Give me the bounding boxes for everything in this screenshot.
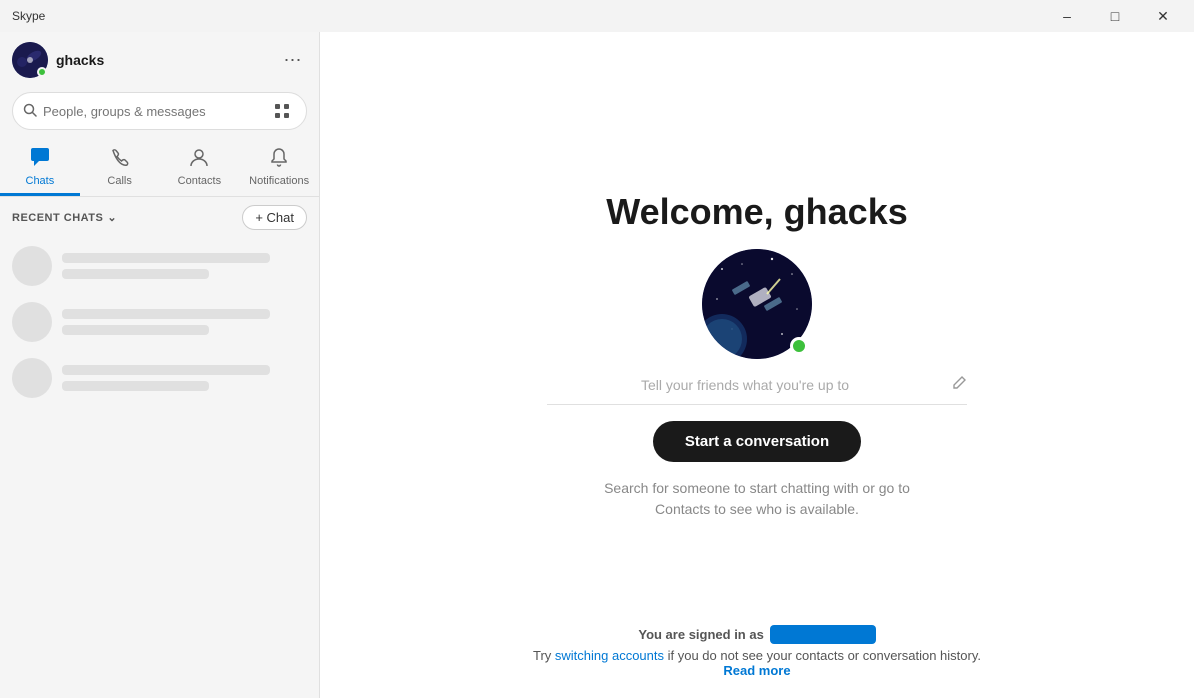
search-icon	[23, 103, 37, 120]
username: ghacks	[56, 52, 271, 68]
skeleton-line	[62, 253, 270, 263]
signed-in-section: You are signed in as Try switching accou…	[533, 625, 981, 678]
sidebar: ghacks ⋯	[0, 32, 320, 698]
signed-in-subtext: Try switching accounts if you do not see…	[533, 648, 981, 663]
notifications-icon	[268, 146, 290, 173]
chat-list	[0, 234, 319, 698]
app-title: Skype	[12, 9, 45, 23]
notifications-label: Notifications	[249, 175, 309, 187]
edit-icon[interactable]	[951, 375, 967, 396]
calls-label: Calls	[107, 175, 131, 187]
read-more-link[interactable]: Read more	[723, 663, 790, 678]
online-status-dot	[37, 67, 47, 77]
signed-in-label: You are signed in as	[638, 627, 763, 642]
signed-in-row: You are signed in as	[533, 625, 981, 644]
chevron-down-icon: ⌄	[107, 211, 117, 224]
window-controls: – □ ✕	[1044, 0, 1186, 32]
calls-icon	[109, 146, 131, 173]
chats-icon	[29, 146, 51, 173]
tab-calls[interactable]: Calls	[80, 138, 160, 196]
titlebar: Skype – □ ✕	[0, 0, 1194, 32]
skeleton-line	[62, 269, 209, 279]
list-item[interactable]	[0, 294, 319, 350]
status-text: Tell your friends what you're up to	[547, 377, 943, 393]
recent-chats-header: RECENT CHATS ⌄ + Chat	[0, 197, 319, 234]
welcome-section: Welcome, ghacks	[547, 191, 967, 520]
skeleton-avatar	[12, 358, 52, 398]
switch-accounts-link[interactable]: switching accounts	[555, 648, 664, 663]
search-bar	[12, 92, 307, 130]
search-input[interactable]	[43, 104, 262, 119]
avatar-container	[12, 42, 48, 78]
helper-text: Search for someone to start chatting wit…	[604, 478, 910, 520]
contacts-icon	[188, 146, 210, 173]
skeleton-avatar	[12, 246, 52, 286]
list-item[interactable]	[0, 350, 319, 406]
tab-chats[interactable]: Chats	[0, 138, 80, 196]
account-badge	[770, 625, 876, 644]
skeleton-line	[62, 381, 209, 391]
more-options-button[interactable]: ⋯	[279, 46, 307, 74]
main-content: Welcome, ghacks	[320, 32, 1194, 698]
profile-online-dot	[790, 337, 808, 355]
contacts-label: Contacts	[178, 175, 221, 187]
welcome-title: Welcome, ghacks	[606, 191, 907, 233]
nav-tabs: Chats Calls Contacts	[0, 138, 319, 197]
skeleton-lines	[62, 365, 307, 391]
start-conversation-button[interactable]: Start a conversation	[653, 421, 861, 462]
grid-icon[interactable]	[268, 97, 296, 125]
skeleton-line	[62, 365, 270, 375]
tab-contacts[interactable]: Contacts	[160, 138, 240, 196]
status-line: Tell your friends what you're up to	[547, 375, 967, 405]
skeleton-line	[62, 325, 209, 335]
minimize-button[interactable]: –	[1044, 0, 1090, 32]
skeleton-avatar	[12, 302, 52, 342]
main-layout: ghacks ⋯	[0, 32, 1194, 698]
chats-label: Chats	[26, 175, 55, 187]
list-item[interactable]	[0, 238, 319, 294]
skeleton-lines	[62, 253, 307, 279]
new-chat-button[interactable]: + Chat	[242, 205, 307, 230]
skeleton-lines	[62, 309, 307, 335]
close-button[interactable]: ✕	[1140, 0, 1186, 32]
user-header: ghacks ⋯	[0, 32, 319, 88]
tab-notifications[interactable]: Notifications	[239, 138, 319, 196]
maximize-button[interactable]: □	[1092, 0, 1138, 32]
recent-chats-label[interactable]: RECENT CHATS ⌄	[12, 211, 117, 224]
profile-avatar[interactable]	[702, 249, 812, 359]
skeleton-line	[62, 309, 270, 319]
